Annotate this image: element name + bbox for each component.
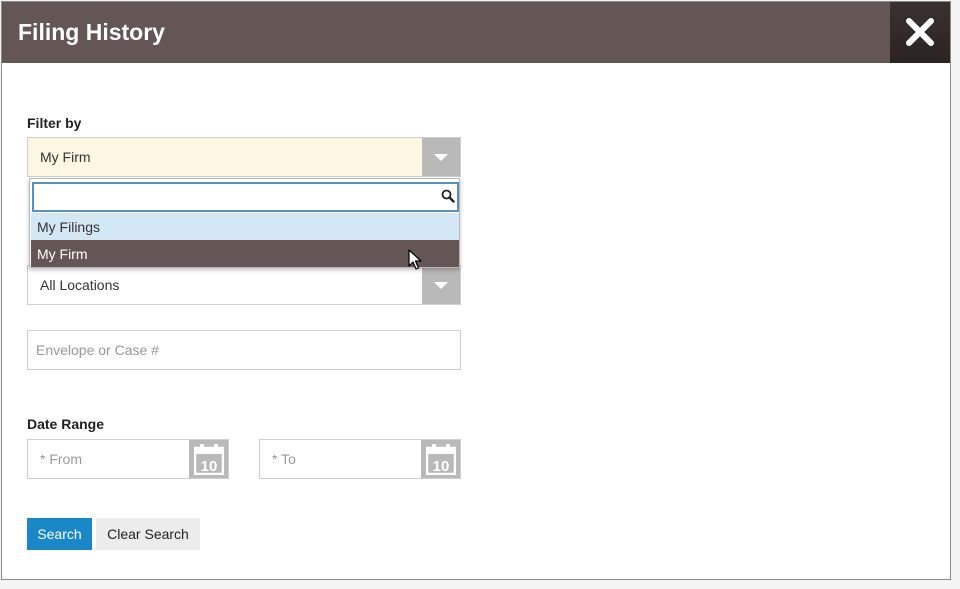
location-dropdown-toggle[interactable] <box>422 266 460 304</box>
search-icon <box>441 189 455 208</box>
close-icon <box>906 18 934 46</box>
date-to-calendar-button[interactable]: 10 <box>421 440 460 478</box>
date-range-label: Date Range <box>27 416 105 432</box>
mouse-pointer-icon <box>408 249 422 276</box>
chevron-down-icon <box>434 154 448 161</box>
calendar-icon: 10 <box>426 444 456 475</box>
date-from-input[interactable] <box>28 440 190 478</box>
dropdown-search-input[interactable] <box>32 182 459 212</box>
close-button[interactable] <box>890 2 950 63</box>
search-button[interactable]: Search <box>27 518 92 550</box>
location-select[interactable]: All Locations <box>27 265 461 305</box>
calendar-icon: 10 <box>194 444 224 475</box>
filing-history-dialog: Filing History Filter by My Firm All Loc… <box>1 1 951 580</box>
filter-by-select[interactable]: My Firm <box>27 137 461 177</box>
filter-dropdown-menu: My Filings My Firm <box>29 178 460 268</box>
date-to-field: 10 <box>259 439 461 479</box>
dropdown-option-my-filings[interactable]: My Filings <box>31 213 459 240</box>
chevron-down-icon <box>434 282 448 289</box>
location-selected-value: All Locations <box>40 277 120 293</box>
dropdown-option-my-firm[interactable]: My Firm <box>31 240 459 267</box>
date-from-field: 10 <box>27 439 229 479</box>
envelope-or-case-input[interactable] <box>27 330 461 370</box>
calendar-day-text: 10 <box>201 458 218 475</box>
filter-by-selected-value: My Firm <box>40 149 91 165</box>
dialog-title: Filing History <box>18 19 165 45</box>
filter-by-label: Filter by <box>27 115 82 131</box>
filter-dropdown-toggle[interactable] <box>422 138 460 176</box>
date-to-input[interactable] <box>260 440 422 478</box>
clear-search-button[interactable]: Clear Search <box>96 518 200 550</box>
date-from-calendar-button[interactable]: 10 <box>189 440 228 478</box>
calendar-day-text: 10 <box>433 458 450 475</box>
dialog-header: Filing History <box>2 2 950 63</box>
